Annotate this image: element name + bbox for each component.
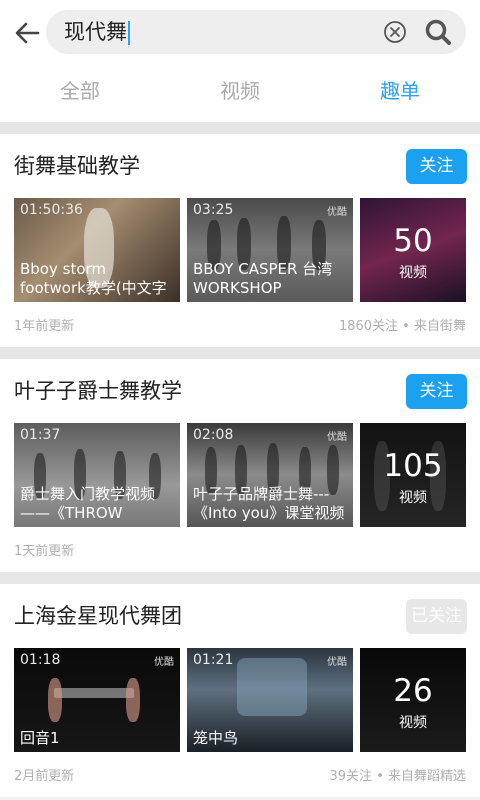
top-bar: 现代舞 (0, 0, 480, 68)
video-source-label: 优酷 (327, 657, 347, 668)
search-box[interactable]: 现代舞 (46, 10, 466, 54)
search-input[interactable]: 现代舞 (64, 20, 127, 44)
playlist-title: 上海金星现代舞团 (14, 604, 182, 628)
video-duration: 01:37 (20, 427, 61, 443)
playlist-card[interactable]: 街舞基础教学 关注 01:50:36 Bboy storm footwork教学… (0, 134, 480, 347)
video-count: 105 (383, 448, 443, 484)
follow-button[interactable]: 关注 (406, 374, 467, 409)
video-thumbnail[interactable]: 01:37 爵士舞入门教学视频——《THROW (14, 423, 180, 527)
thumbnail-figure (126, 678, 140, 722)
video-caption: 回音1 (20, 729, 60, 747)
thumbnail-table (54, 688, 134, 698)
playlist-meta: 1860关注 • 来自街舞 (338, 319, 466, 334)
thumbnail-backdrop (237, 658, 307, 716)
video-duration: 01:50:36 (20, 202, 83, 218)
section-divider (0, 122, 480, 134)
video-source-label: 优酷 (327, 432, 347, 443)
clear-icon[interactable] (383, 20, 407, 44)
video-duration: 02:08 (193, 427, 234, 443)
playlist-meta: 39关注 • 来自舞蹈精选 (329, 769, 466, 784)
video-count-label: 视频 (399, 715, 427, 731)
video-thumbnail[interactable]: 01:21 优酷 笼中鸟 (187, 648, 353, 752)
video-duration: 01:21 (193, 652, 234, 668)
section-divider (0, 347, 480, 359)
video-caption: 爵士舞入门教学视频——《THROW (20, 485, 156, 522)
more-videos-tile[interactable]: 105 视频 (360, 423, 466, 527)
video-count-label: 视频 (399, 490, 427, 506)
video-caption: 叶子子品牌爵士舞---《Into you》课堂视频 (193, 485, 345, 522)
video-count-label: 视频 (399, 265, 427, 281)
video-caption: Bboy storm footwork教学(中文字 (20, 260, 167, 297)
tab-all[interactable]: 全部 (0, 78, 160, 104)
video-duration: 01:18 (20, 652, 61, 668)
section-divider (0, 572, 480, 584)
back-arrow-icon (15, 22, 40, 44)
video-count: 50 (393, 223, 433, 259)
search-icon[interactable] (424, 18, 452, 46)
tab-videos[interactable]: 视频 (160, 78, 320, 104)
video-count: 26 (393, 673, 433, 709)
video-thumbnail[interactable]: 01:50:36 Bboy storm footwork教学(中文字 (14, 198, 180, 302)
more-videos-tile[interactable]: 26 视频 (360, 648, 466, 752)
playlist-card[interactable]: 上海金星现代舞团 已关注 01:18 优酷 回音1 01:21 优酷 笼中鸟 2… (0, 584, 480, 797)
thumbnail-figure (48, 678, 62, 722)
back-button[interactable] (8, 14, 46, 52)
more-videos-tile[interactable]: 50 视频 (360, 198, 466, 302)
followed-button[interactable]: 已关注 (406, 599, 467, 634)
video-duration: 03:25 (193, 202, 234, 218)
updated-time: 2月前更新 (14, 769, 75, 784)
video-source-label: 优酷 (327, 207, 347, 218)
follow-button[interactable]: 关注 (406, 149, 467, 184)
video-caption: 笼中鸟 (193, 729, 239, 747)
video-source-label: 优酷 (154, 657, 174, 668)
video-thumbnail[interactable]: 01:18 优酷 回音1 (14, 648, 180, 752)
playlist-title: 街舞基础教学 (14, 154, 140, 178)
video-thumbnail[interactable]: 03:25 优酷 BBOY CASPER 台湾 WORKSHOP (187, 198, 353, 302)
tab-playlists[interactable]: 趣单 (320, 78, 480, 104)
text-cursor (128, 21, 130, 45)
playlist-title: 叶子子爵士舞教学 (14, 379, 182, 403)
updated-time: 1天前更新 (14, 544, 75, 559)
video-thumbnail[interactable]: 02:08 优酷 叶子子品牌爵士舞---《Into you》课堂视频 (187, 423, 353, 527)
tab-bar: 全部 视频 趣单 (0, 68, 480, 122)
updated-time: 1年前更新 (14, 319, 75, 334)
playlist-card[interactable]: 叶子子爵士舞教学 关注 01:37 爵士舞入门教学视频——《THROW 02:0… (0, 359, 480, 572)
video-caption: BBOY CASPER 台湾 WORKSHOP (193, 260, 333, 297)
